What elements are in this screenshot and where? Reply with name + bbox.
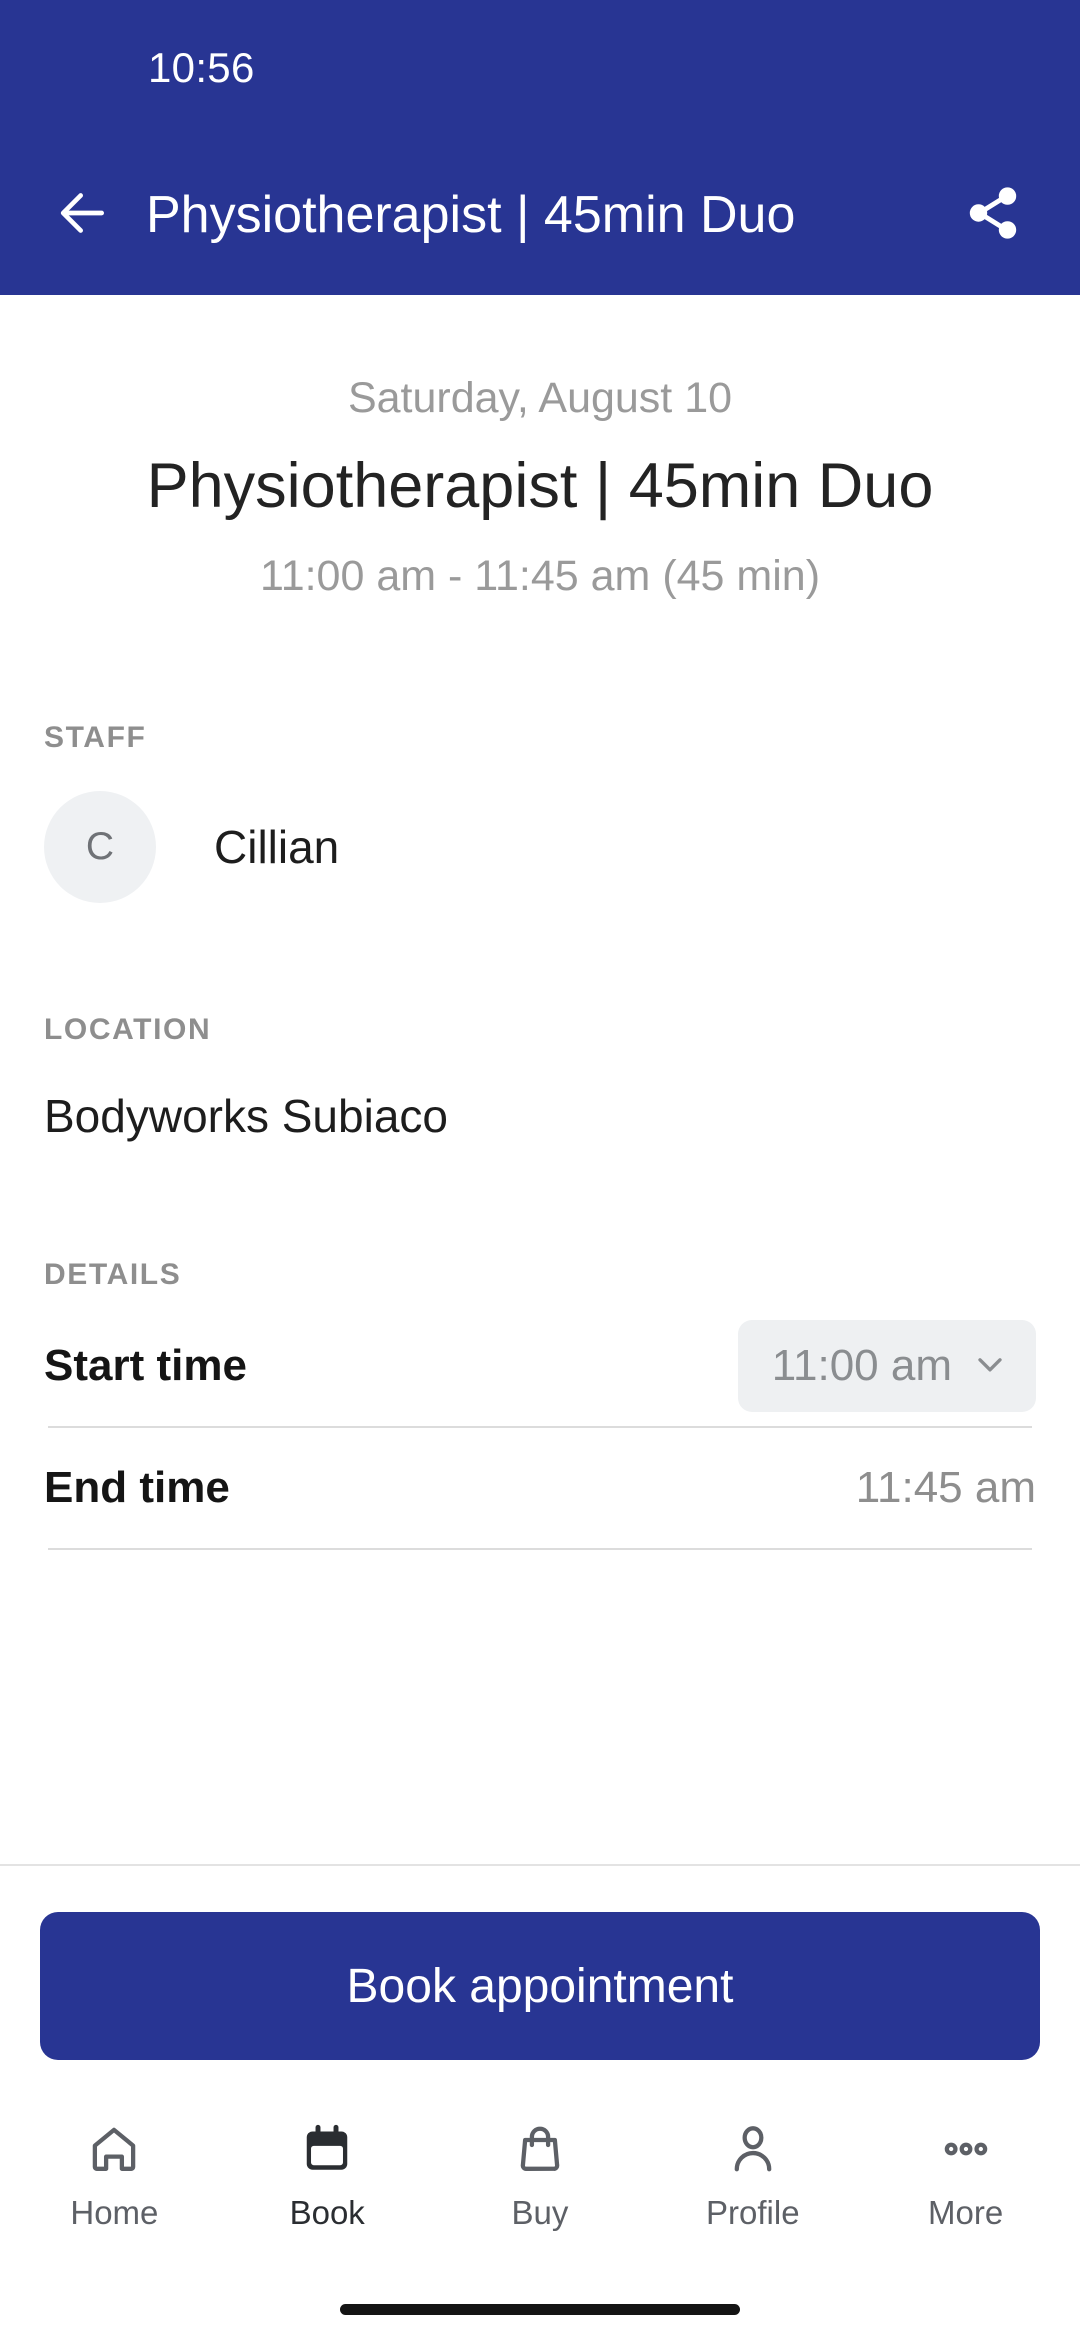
calendar-icon [300, 2118, 354, 2180]
nav-label-book: Book [289, 2194, 365, 2231]
start-time-row: Start time 11:00 am [0, 1306, 1080, 1426]
nav-label-home: Home [70, 2194, 159, 2231]
nav-item-home[interactable]: Home [8, 2118, 221, 2232]
detail-divider [48, 1548, 1032, 1551]
nav-label-profile: Profile [706, 2194, 800, 2231]
nav-item-profile[interactable]: Profile [646, 2118, 859, 2232]
status-clock: 10:56 [148, 43, 255, 91]
nav-item-more[interactable]: More [859, 2118, 1072, 2232]
nav-item-book[interactable]: Book [221, 2118, 434, 2232]
bottom-navigation: Home Book Buy Profile More [0, 2100, 1080, 2278]
staff-section: STAFF C Cillian [0, 721, 1080, 904]
location-value: Bodyworks Subiaco [44, 1090, 448, 1143]
details-section-label: DETAILS [44, 1258, 182, 1292]
end-time-value: 11:45 am [855, 1463, 1036, 1513]
shopping-bag-icon [513, 2118, 567, 2180]
appointment-time-range: 11:00 am - 11:45 am (45 min) [259, 552, 821, 601]
ellipsis-icon [939, 2118, 993, 2180]
back-button[interactable] [40, 172, 126, 258]
nav-item-buy[interactable]: Buy [434, 2118, 647, 2232]
end-time-label: End time [44, 1463, 230, 1513]
book-appointment-label: Book appointment [346, 1959, 734, 2013]
avatar-initial: C [85, 825, 115, 869]
staff-row[interactable]: C Cillian [0, 791, 1080, 904]
location-section: LOCATION Bodyworks Subiaco [0, 1013, 1080, 1143]
app-bar-title: Physiotherapist | 45min Duo [146, 186, 796, 244]
gesture-bar [0, 2278, 1080, 2340]
appointment-title: Physiotherapist | 45min Duo [146, 450, 934, 521]
person-icon [726, 2118, 780, 2180]
share-button[interactable] [950, 172, 1036, 258]
appointment-detail-content: Saturday, August 10 Physiotherapist | 45… [0, 295, 1080, 1864]
details-section: DETAILS Start time 11:00 am End time 11:… [0, 1258, 1080, 1551]
nav-label-buy: Buy [511, 2194, 569, 2231]
staff-section-label: STAFF [44, 721, 147, 755]
location-section-label: LOCATION [44, 1013, 212, 1047]
staff-name: Cillian [214, 821, 340, 874]
appointment-hero: Saturday, August 10 Physiotherapist | 45… [0, 295, 1080, 601]
home-icon [87, 2118, 141, 2180]
end-time-row: End time 11:45 am [0, 1428, 1080, 1548]
appointment-date: Saturday, August 10 [347, 374, 733, 422]
nav-label-more: More [927, 2194, 1004, 2231]
avatar: C [44, 791, 156, 904]
cta-area: Book appointment [0, 1864, 1080, 2100]
start-time-label: Start time [44, 1341, 247, 1391]
start-time-value: 11:00 am [771, 1341, 952, 1391]
gesture-handle[interactable] [340, 2303, 740, 2315]
status-bar: 10:56 [0, 0, 1080, 135]
app-screen: 10:56 Physiotherapist | 45min Duo Saturd… [0, 0, 1080, 2340]
share-icon [964, 184, 1022, 247]
book-appointment-button[interactable]: Book appointment [40, 1912, 1040, 2060]
start-time-dropdown[interactable]: 11:00 am [737, 1320, 1036, 1413]
chevron-down-icon [970, 1344, 1010, 1389]
app-bar: Physiotherapist | 45min Duo [0, 135, 1080, 295]
arrow-left-icon [55, 185, 111, 246]
